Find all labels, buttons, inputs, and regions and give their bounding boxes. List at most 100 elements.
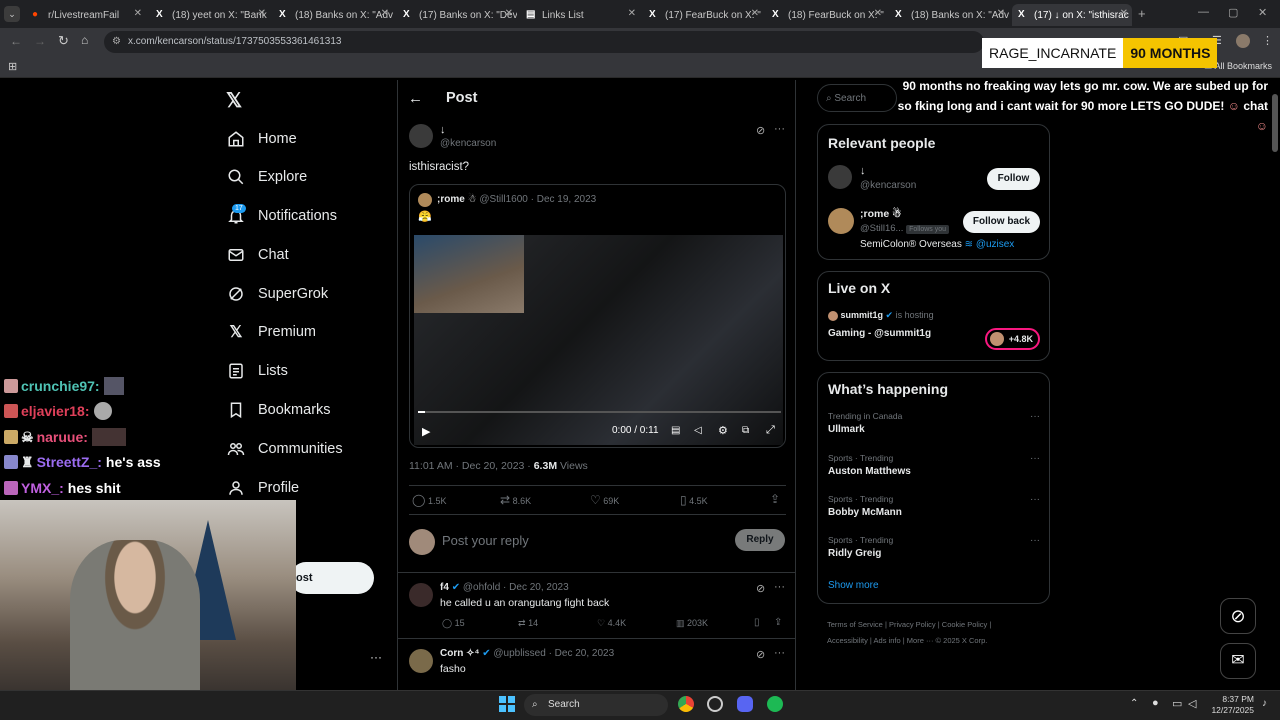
video-progress-bar[interactable]	[418, 411, 781, 413]
close-icon[interactable]: ✕	[134, 8, 142, 19]
forward-icon[interactable]: →	[34, 34, 46, 48]
footer-link[interactable]: Terms of Service	[827, 620, 883, 629]
browser-tab[interactable]: X (17) Banks on X: "Dev ✕	[397, 4, 517, 26]
spotify-icon[interactable]	[767, 696, 783, 712]
more-options-icon[interactable]: ···	[774, 123, 785, 135]
back-arrow-icon[interactable]: ←	[408, 90, 423, 107]
footer-link[interactable]: Ads info	[874, 636, 901, 645]
minimize-icon[interactable]: —	[1198, 6, 1209, 18]
follow-button[interactable]: Follow	[987, 168, 1040, 190]
site-info-icon[interactable]: ⚙	[112, 31, 121, 53]
bio-link[interactable]: @uzisex	[976, 239, 1015, 250]
new-tab-button[interactable]: +	[1138, 6, 1146, 21]
settings-icon[interactable]: ⚙	[718, 424, 728, 437]
show-more-link[interactable]: Show more	[828, 580, 879, 591]
close-icon[interactable]: ✕	[751, 8, 759, 19]
post-button[interactable]: ost	[290, 562, 374, 594]
close-icon[interactable]: ✕	[381, 8, 389, 19]
trend-item[interactable]: Trending in Canada Ullmark ···	[828, 411, 1040, 441]
reply-action[interactable]: ◯ 1.5K	[412, 493, 446, 507]
home-icon[interactable]: ⌂	[81, 33, 88, 47]
fullscreen-icon[interactable]: ⤢	[766, 424, 775, 437]
footer-link[interactable]: Accessibility	[827, 636, 868, 645]
more-options-icon[interactable]: ···	[774, 581, 785, 593]
nav-communities[interactable]: Communities	[226, 434, 343, 464]
close-icon[interactable]: ✕	[258, 8, 266, 19]
live-listener-count[interactable]: +4.8K	[985, 328, 1040, 350]
footer-link[interactable]: More ···	[907, 636, 934, 645]
tab-search-dropdown[interactable]: ⌄	[4, 6, 20, 22]
nav-bookmarks[interactable]: Bookmarks	[226, 395, 331, 425]
close-icon[interactable]: ✕	[997, 8, 1005, 19]
reload-icon[interactable]: ↻	[58, 33, 69, 49]
nav-explore[interactable]: Explore	[226, 162, 307, 192]
close-icon[interactable]: ✕	[628, 8, 636, 19]
nav-chat[interactable]: Chat	[226, 240, 289, 270]
footer-link[interactable]: Privacy Policy	[889, 620, 936, 629]
trend-item[interactable]: Sports · Trending Auston Matthews ···	[828, 453, 1040, 483]
volume-icon[interactable]: ◁	[694, 425, 702, 436]
avatar[interactable]	[409, 124, 433, 148]
discord-icon[interactable]	[737, 696, 753, 712]
grok-icon[interactable]: ⊘	[756, 648, 765, 661]
start-icon[interactable]	[499, 696, 515, 712]
address-bar[interactable]: ⚙ x.com/kencarson/status/173750355336146…	[104, 31, 984, 53]
browser-tab[interactable]: ▤ Links List ✕	[520, 4, 640, 26]
taskbar-search[interactable]: ⌕ Search	[524, 694, 668, 716]
notification-bell-icon[interactable]: ♪	[1262, 698, 1267, 709]
author-handle[interactable]: @kencarson	[440, 138, 496, 149]
browser-tab[interactable]: X (17) FearBuck on X: " ✕	[643, 4, 763, 26]
more-options-icon[interactable]: ···	[774, 647, 785, 659]
x-logo-icon[interactable]: 𝕏	[226, 88, 242, 113]
tray-chevron-icon[interactable]: ⌃	[1130, 698, 1138, 709]
bookmark-icon[interactable]: ▯	[754, 617, 760, 628]
more-options-icon[interactable]: ···	[1030, 494, 1040, 505]
video-player[interactable]: ▶ 0:00 / 0:11 ▤ ◁ ⚙ ⧉ ⤢	[414, 235, 783, 445]
obs-icon[interactable]	[707, 696, 723, 712]
live-space-title[interactable]: Gaming - @summit1g	[828, 328, 931, 339]
nav-premium[interactable]: 𝕏 Premium	[226, 317, 316, 347]
live-host[interactable]: summit1g ✔ is hosting	[828, 310, 934, 321]
like-action[interactable]: ♡ 4.4K	[597, 618, 626, 629]
scrollbar[interactable]	[1272, 82, 1278, 688]
grok-fab[interactable]: ⊘	[1220, 598, 1256, 634]
reply-button[interactable]: Reply	[735, 529, 785, 551]
apps-icon[interactable]: ⊞	[8, 60, 17, 73]
person-name[interactable]: ;rome ☃	[860, 208, 902, 220]
chrome-icon[interactable]	[678, 696, 694, 712]
avatar[interactable]	[828, 165, 852, 189]
browser-tab[interactable]: X (18) Banks on X: "Adv ✕	[889, 4, 1009, 26]
browser-tab[interactable]: X (18) Banks on X: "Adv ✕	[273, 4, 393, 26]
captions-icon[interactable]: ▤	[671, 425, 680, 436]
author-name[interactable]: ↓	[440, 124, 446, 136]
volume-icon[interactable]: ◁	[1188, 697, 1196, 710]
avatar[interactable]	[1236, 34, 1250, 48]
clock[interactable]: 8:37 PM 12/27/2025	[1208, 694, 1254, 716]
reply-input[interactable]: Post your reply	[442, 533, 529, 548]
browser-tab[interactable]: X (18) yeet on X: "Bank ✕	[150, 4, 270, 26]
reply-action[interactable]: ◯ 15	[442, 618, 465, 629]
window-close-icon[interactable]: ✕	[1258, 6, 1267, 19]
quoted-post[interactable]: ;rome ☃ @Still1600 · Dec 19, 2023 😤 ▶ 0:…	[409, 184, 786, 448]
grok-icon[interactable]: ⊘	[756, 124, 765, 137]
reply-post[interactable]: f4 ✔ @ohfold · Dec 20, 2023 ⊘ ··· he cal…	[398, 573, 796, 637]
reply-post[interactable]: Corn ✧⁴ ✔ @upblissed · Dec 20, 2023 ⊘ ··…	[398, 639, 796, 689]
maximize-icon[interactable]: ▢	[1228, 6, 1238, 19]
popout-icon[interactable]: ⧉	[742, 425, 749, 436]
share-icon[interactable]: ⇪	[770, 492, 780, 506]
views-action[interactable]: ▥ 203K	[676, 618, 708, 629]
play-icon[interactable]: ▶	[422, 425, 430, 438]
more-options-icon[interactable]: ···	[1030, 453, 1040, 464]
more-options-icon[interactable]: ···	[1030, 535, 1040, 546]
repost-action[interactable]: ⇄ 14	[518, 618, 538, 629]
nav-home[interactable]: Home	[226, 124, 297, 154]
browser-tab[interactable]: X (18) FearBuck on X: " ✕	[766, 4, 886, 26]
person-name[interactable]: ↓	[860, 165, 866, 177]
nav-supergrok[interactable]: SuperGrok	[226, 279, 328, 309]
repost-action[interactable]: ⇄ 8.6K	[500, 493, 531, 507]
avatar[interactable]	[828, 208, 854, 234]
more-options-icon[interactable]: ···	[370, 650, 382, 664]
close-icon[interactable]: ✕	[505, 8, 513, 19]
close-icon[interactable]: ✕	[874, 8, 882, 19]
trend-item[interactable]: Sports · Trending Bobby McMann ···	[828, 494, 1040, 524]
